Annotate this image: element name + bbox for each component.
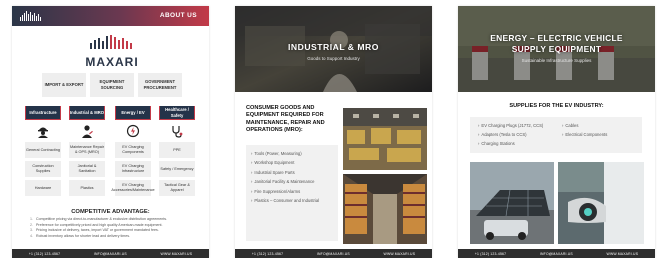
footer-phone: +1 (312) 123-4567 bbox=[28, 251, 61, 256]
chevron-right-icon: › bbox=[251, 188, 253, 194]
logo-bars-icon bbox=[90, 35, 132, 49]
sector-column-healthcare: Healthcare / Safety PPE Safety / Emergen… bbox=[159, 106, 195, 199]
sector-cell: Tactical Gear & Apparel bbox=[159, 180, 195, 196]
sector-cell: General Contracting bbox=[25, 142, 61, 158]
list-item: › EV Charging Plugs (J1772, CCS) bbox=[478, 123, 544, 128]
chevron-right-icon: › bbox=[478, 123, 480, 128]
chevron-right-icon: › bbox=[251, 169, 253, 175]
list-item: 4. Robust inventory allows for shorter le… bbox=[30, 233, 131, 238]
sector-column-energy: Energy / EV EV Charging Components EV Ch… bbox=[111, 106, 155, 199]
maintenance-worker-icon bbox=[69, 120, 105, 142]
advantage-heading: COMPETITIVE ADVANTAGE: bbox=[71, 209, 150, 215]
ev-plug-photo bbox=[558, 162, 644, 244]
footer-phone: +1 (312) 123-4567 bbox=[474, 251, 507, 256]
sector-cell: EV Charging Infrastructure bbox=[115, 161, 151, 177]
sector-title: Energy / EV bbox=[115, 106, 151, 120]
header-banner: ABOUT US bbox=[12, 6, 209, 26]
contact-footer: +1 (312) 123-4567 INFO@MAXARI.US WWW.MAX… bbox=[458, 249, 655, 258]
section-heading: CONSUMER GOODS AND EQUIPMENT REQUIRED FO… bbox=[246, 105, 325, 133]
sector-cell: Hardware bbox=[25, 180, 61, 196]
title-line: SUPPLY EQUIPMENT bbox=[511, 43, 602, 54]
sector-cell: Construction Supplies bbox=[25, 161, 61, 177]
ev-charger-icon bbox=[115, 120, 151, 142]
list-item: › Plastics – Consumer and Industrial bbox=[251, 198, 320, 204]
chevron-right-icon: › bbox=[251, 179, 253, 185]
footer-website[interactable]: WWW.MAXARI.US bbox=[161, 252, 193, 256]
page-title: INDUSTRIAL & MRO bbox=[288, 42, 379, 52]
mro-items-panel: › Tools (Power, Measuring) › Workshop Equi… bbox=[246, 145, 338, 241]
sector-title: Industrial & MRO bbox=[69, 106, 105, 120]
list-item: › Workshop Equipment bbox=[251, 160, 295, 166]
factory-floor-photo bbox=[343, 108, 427, 170]
hero-image: ENERGY – ELECTRIC VEHICLE SUPPLY EQUIPME… bbox=[458, 6, 655, 92]
industrial-mro-page: INDUSTRIAL & MRO Goods to Support Indust… bbox=[235, 6, 432, 258]
chevron-right-icon: › bbox=[251, 160, 253, 166]
footer-email[interactable]: INFO@MAXARI.US bbox=[94, 252, 127, 256]
contact-footer: +1 (312) 123-4567 INFO@MAXARI.US WWW.MAX… bbox=[12, 249, 209, 258]
sector-cell: Janitorial & Sanitation bbox=[69, 161, 105, 177]
list-item: › Cables bbox=[562, 123, 579, 128]
footer-phone: +1 (312) 123-4567 bbox=[251, 251, 284, 256]
chevron-right-icon: › bbox=[478, 141, 480, 146]
footer-email[interactable]: INFO@MAXARI.US bbox=[317, 252, 350, 256]
about-us-page: ABOUT US MAXARI IMPORT & EXPORT EQUIPMEN… bbox=[12, 6, 209, 258]
sector-cell: EV Charging Components bbox=[115, 142, 151, 158]
service-equipment-sourcing: EQUIPMENT SOURCING bbox=[90, 73, 134, 97]
sector-cell: PPE bbox=[159, 142, 195, 158]
service-import-export: IMPORT & EXPORT bbox=[42, 73, 86, 97]
chevron-right-icon: › bbox=[562, 132, 564, 137]
list-item: › Charging Stations bbox=[478, 141, 515, 146]
footer-website[interactable]: WWW.MAXARI.US bbox=[384, 252, 416, 256]
footer-email[interactable]: INFO@MAXARI.US bbox=[540, 252, 573, 256]
section-heading: SUPPLIES FOR THE EV INDUSTRY: bbox=[509, 103, 604, 109]
chevron-right-icon: › bbox=[251, 151, 253, 156]
service-government-procurement: GOVERNMENT PROCUREMENT bbox=[138, 73, 182, 97]
skyline-bars-icon bbox=[20, 11, 41, 21]
list-item: › Tools (Power, Measuring) bbox=[251, 151, 302, 156]
hero-image: INDUSTRIAL & MRO Goods to Support Indust… bbox=[235, 6, 432, 92]
sector-title: Infrastructure bbox=[25, 106, 61, 120]
list-item: › Electrical Components bbox=[562, 132, 608, 137]
footer-website[interactable]: WWW.MAXARI.US bbox=[607, 252, 639, 256]
sector-column-industrial: Industrial & MRO Maintenance Repair & OP… bbox=[69, 106, 105, 199]
warehouse-shelves-photo bbox=[343, 174, 427, 244]
list-item: › Fire Suppression/Alarms bbox=[251, 188, 301, 194]
sector-cell: Maintenance Repair & OPS (MRO) bbox=[69, 142, 105, 158]
contact-footer: +1 (312) 123-4567 INFO@MAXARI.US WWW.MAX… bbox=[235, 249, 432, 258]
chevron-right-icon: › bbox=[562, 123, 564, 128]
sector-cell: EV Charging Accessories/Maintenance bbox=[111, 180, 155, 196]
page-title: ABOUT US bbox=[159, 12, 197, 19]
ev-items-panel: › EV Charging Plugs (J1772, CCS) › Adapter… bbox=[470, 117, 642, 153]
list-item: › Janitorial Facility & Maintenance bbox=[251, 179, 315, 185]
sector-cell: Plastics bbox=[69, 180, 105, 196]
page-title: ENERGY – ELECTRIC VEHICLE SUPPLY EQUIPME… bbox=[458, 33, 655, 54]
stethoscope-icon bbox=[159, 120, 195, 142]
construction-worker-icon bbox=[25, 120, 61, 142]
sector-column-infrastructure: Infrastructure General Contracting Const… bbox=[25, 106, 61, 199]
advantage-list: 1. Competitive pricing via direct-to-manu… bbox=[30, 217, 205, 239]
list-item: › Industrial Spare Parts bbox=[251, 169, 295, 175]
company-logo: MAXARI bbox=[84, 35, 140, 69]
page-subtitle: Goods to Support Industry bbox=[307, 56, 360, 61]
page-subtitle: Sustainable Infrastructure Supplies bbox=[521, 58, 592, 63]
title-line: ENERGY – ELECTRIC VEHICLE bbox=[490, 33, 623, 43]
list-item: › Adapters (Tesla to CCS) bbox=[478, 132, 527, 137]
chevron-right-icon: › bbox=[251, 198, 253, 204]
chevron-right-icon: › bbox=[478, 132, 480, 137]
logo-wordmark: MAXARI bbox=[85, 55, 139, 69]
sector-title: Healthcare / Safety bbox=[159, 106, 195, 120]
energy-ev-page: ENERGY – ELECTRIC VEHICLE SUPPLY EQUIPME… bbox=[458, 6, 655, 258]
ev-charging-car-photo bbox=[470, 162, 554, 244]
sector-cell: Safety / Emergency bbox=[159, 161, 195, 177]
